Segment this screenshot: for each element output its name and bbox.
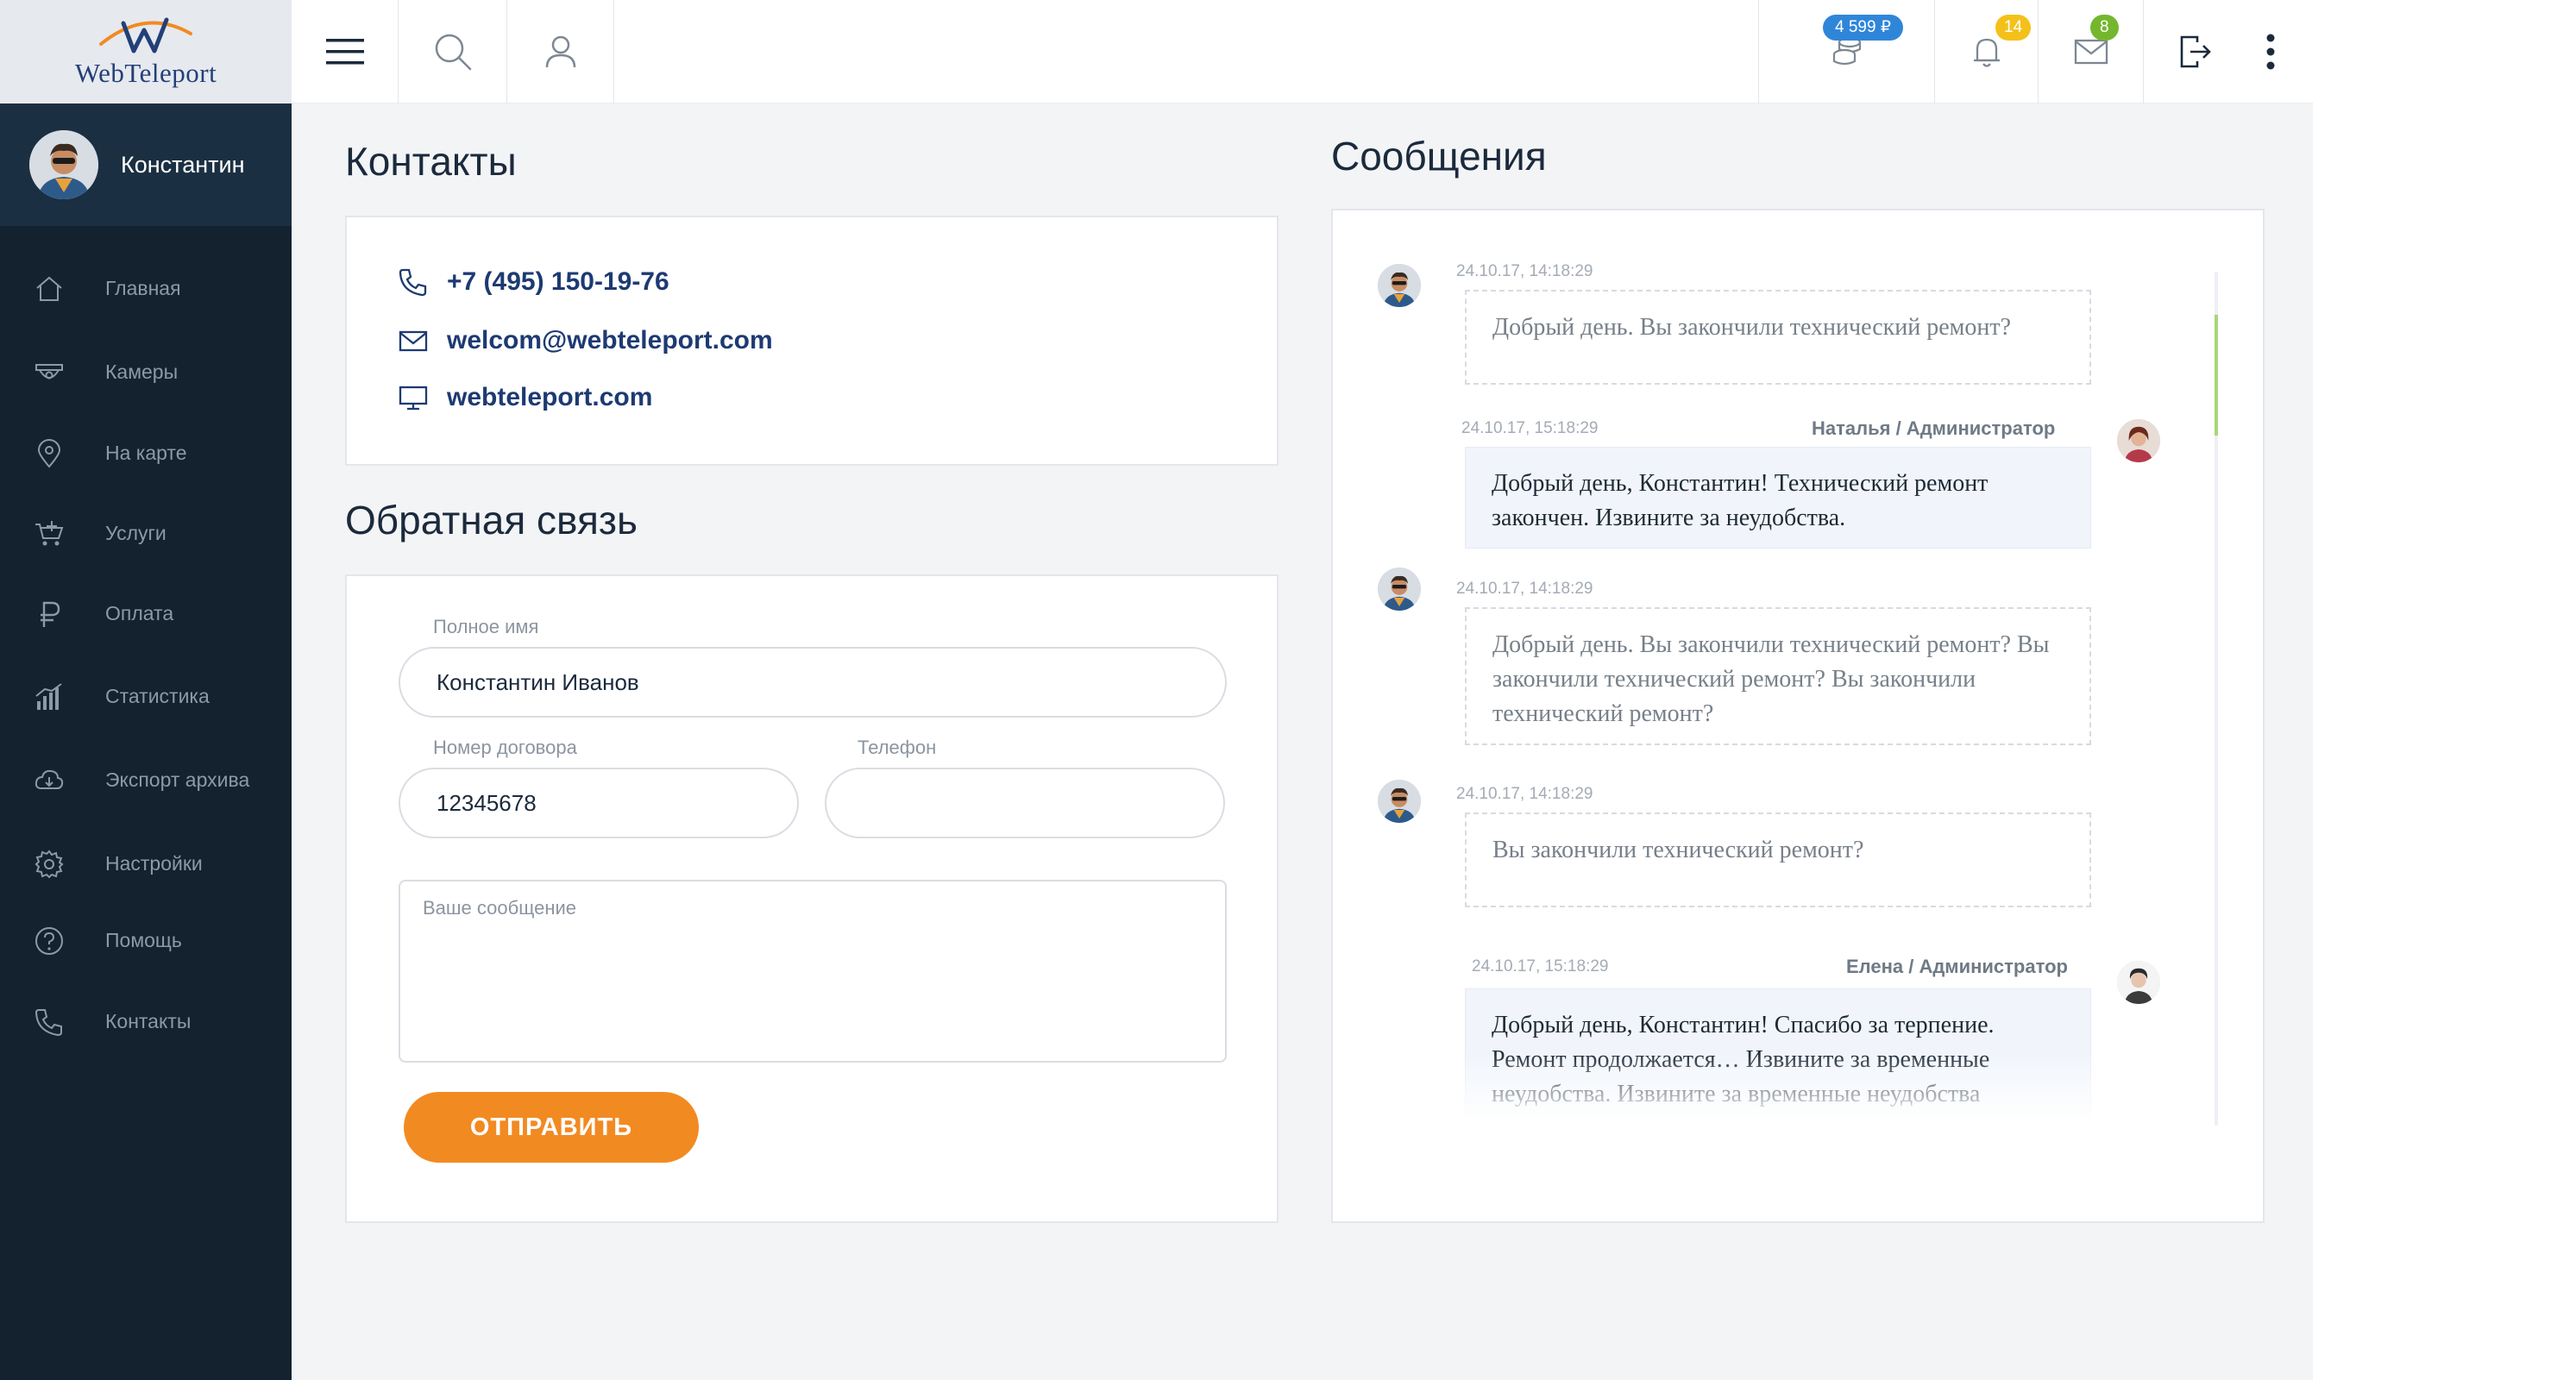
phone-label: Телефон (858, 737, 937, 758)
home-icon (36, 276, 62, 301)
help-icon (35, 927, 63, 955)
feedback-title: Обратная связь (345, 498, 638, 543)
stats-icon (35, 683, 62, 710)
sidebar-item-label: Главная (105, 276, 181, 299)
submit-button[interactable]: ОТПРАВИТЬ (404, 1092, 699, 1163)
mail-badge: 8 (2090, 15, 2119, 41)
kebab-menu-icon (2266, 34, 2275, 70)
avatar (1378, 780, 1421, 823)
brand-name: WebTeleport (74, 58, 217, 88)
contract-number-input[interactable]: 12345678 (399, 768, 799, 838)
top-bar: 4 599 ₽ 14 8 (292, 0, 2313, 104)
monitor-icon (399, 386, 428, 411)
sidebar-item-payment[interactable]: Оплата (0, 587, 292, 639)
message-bubble: Добрый день, Константин! Технический рем… (1465, 447, 2091, 549)
map-pin-icon (37, 439, 61, 468)
balance-button[interactable]: 4 599 ₽ (1758, 0, 1934, 104)
gear-icon (35, 850, 64, 879)
sidebar-item-statistics[interactable]: Статистика (0, 670, 292, 722)
user-name: Константин (121, 151, 245, 178)
logout-icon (2180, 35, 2211, 68)
search-button[interactable] (399, 0, 507, 104)
message-bubble: Вы закончили технический ремонт? (1465, 812, 2091, 907)
coins-icon (1832, 36, 1861, 66)
contract-number-label: Номер договора (433, 737, 577, 758)
full-name-label: Полное имя (433, 616, 539, 637)
feedback-card: Полное имя Константин Иванов Номер догов… (345, 574, 1279, 1223)
cart-icon (35, 521, 64, 546)
sidebar-item-export[interactable]: Экспорт архива (0, 754, 292, 806)
sidebar-user[interactable]: Константин (0, 104, 292, 226)
sidebar-item-map[interactable]: На карте (0, 427, 292, 479)
phone-icon (35, 1009, 62, 1037)
more-menu-button[interactable] (2246, 0, 2295, 104)
user-icon (545, 35, 575, 68)
sidebar-item-label: Помощь (105, 928, 182, 951)
sidebar-item-label: Экспорт архива (105, 768, 250, 791)
ruble-icon (41, 601, 60, 627)
avatar (2117, 961, 2160, 1004)
logo-mark-icon (99, 17, 192, 53)
message-author: Елена / Администратор (1846, 956, 2068, 977)
sidebar-item-label: Настройки (105, 851, 203, 875)
sidebar-item-contacts[interactable]: Контакты (0, 995, 292, 1047)
balance-badge: 4 599 ₽ (1823, 15, 1903, 41)
avatar (1378, 568, 1421, 611)
logo[interactable]: WebTeleport (0, 0, 292, 104)
message-time: 24.10.17, 15:18:29 (1472, 957, 1609, 975)
mail-icon (399, 330, 428, 352)
avatar (29, 130, 98, 199)
sidebar-item-settings[interactable]: Настройки (0, 837, 292, 889)
avatar (1378, 264, 1421, 307)
message-bubble: Добрый день. Вы закончили технический ре… (1465, 290, 2091, 385)
sidebar-item-label: Контакты (105, 1009, 192, 1032)
logout-button[interactable] (2143, 0, 2246, 104)
phone-input[interactable] (825, 768, 1225, 838)
search-icon (435, 34, 471, 71)
cloud-download-icon (35, 769, 64, 789)
messages-title: Сообщения (1331, 134, 1547, 179)
contact-site-text: webteleport.com (447, 383, 653, 411)
sidebar-item-label: Услуги (105, 521, 166, 544)
mail-icon (2074, 39, 2108, 65)
sidebar-item-label: Статистика (105, 684, 210, 707)
notifications-badge: 14 (1995, 15, 2032, 41)
avatar (2117, 419, 2160, 462)
messages-fade (1376, 1052, 2144, 1121)
sidebar-item-cameras[interactable]: Камеры (0, 346, 292, 398)
camera-icon (35, 364, 63, 380)
hamburger-icon (325, 39, 364, 65)
message-author: Наталья / Администратор (1812, 417, 2056, 439)
menu-button[interactable] (292, 0, 399, 104)
contacts-title: Контакты (345, 139, 517, 184)
contact-email-text: welcom@webteleport.com (447, 326, 773, 354)
phone-icon (399, 268, 427, 297)
sidebar-item-label: Камеры (105, 360, 179, 383)
message-time: 24.10.17, 14:18:29 (1456, 785, 1593, 803)
sidebar-item-label: На карте (105, 441, 187, 464)
bell-icon (1973, 38, 2000, 67)
profile-button[interactable] (507, 0, 614, 104)
full-name-input[interactable]: Константин Иванов (399, 647, 1227, 718)
messages-scrollbar-thumb[interactable] (2215, 315, 2218, 436)
message-time: 24.10.17, 14:18:29 (1456, 580, 1593, 598)
sidebar: Константин Главная Камеры На карте Услуг… (0, 104, 292, 1380)
mail-button[interactable]: 8 (2038, 0, 2143, 104)
notifications-button[interactable]: 14 (1934, 0, 2038, 104)
page-margin (2313, 0, 2576, 1380)
sidebar-item-home[interactable]: Главная (0, 262, 292, 314)
contact-site[interactable]: webteleport.com (399, 383, 652, 412)
contact-phone[interactable]: +7 (495) 150-19-76 (399, 267, 669, 297)
message-bubble: Добрый день. Вы закончили технический ре… (1465, 607, 2091, 745)
contact-phone-text: +7 (495) 150-19-76 (447, 267, 669, 296)
message-time: 24.10.17, 15:18:29 (1461, 419, 1599, 437)
contacts-card: +7 (495) 150-19-76 welcom@webteleport.co… (345, 216, 1279, 466)
sidebar-item-label: Оплата (105, 601, 174, 624)
message-time: 24.10.17, 14:18:29 (1456, 262, 1593, 280)
sidebar-item-services[interactable]: Услуги (0, 507, 292, 559)
contact-email[interactable]: welcom@webteleport.com (399, 326, 773, 355)
message-textarea[interactable]: Ваше сообщение (399, 880, 1227, 1063)
sidebar-item-help[interactable]: Помощь (0, 914, 292, 966)
